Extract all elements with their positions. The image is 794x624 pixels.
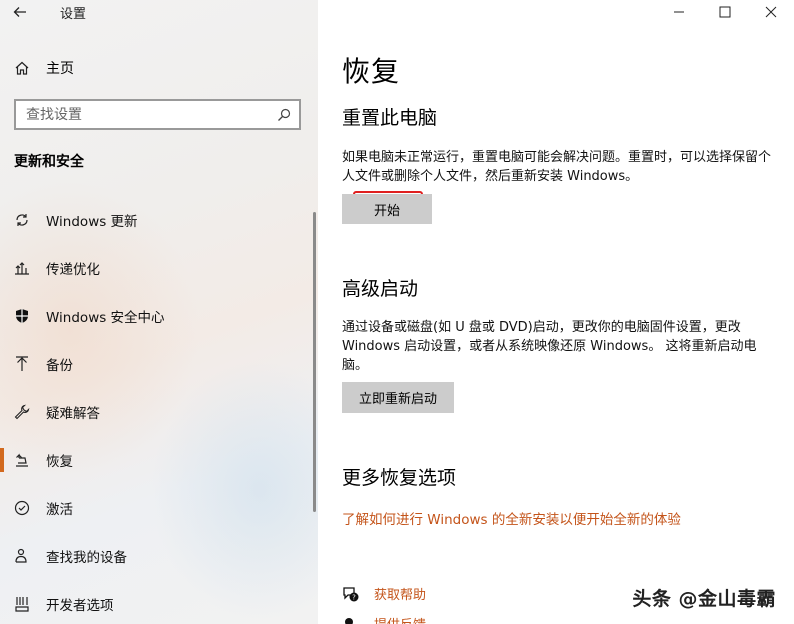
page-title: 恢复 [342, 55, 401, 88]
sidebar-item-windows-update[interactable]: Windows 更新 [0, 196, 318, 244]
search-box[interactable] [14, 99, 301, 130]
sidebar-item-windows-security[interactable]: Windows 安全中心 [0, 292, 318, 340]
section-heading: 更新和安全 [14, 154, 84, 170]
sidebar-item-label: 恢复 [46, 454, 73, 470]
sidebar-item-label: 主页 [46, 61, 74, 77]
clean-install-link[interactable]: 了解如何进行 Windows 的全新安装以便开始全新的体验 [342, 508, 681, 528]
advanced-section-title: 高级启动 [342, 278, 419, 300]
close-icon [765, 6, 777, 18]
shield-icon [13, 307, 31, 325]
sidebar-item-backup[interactable]: 备份 [0, 340, 318, 388]
sync-icon [13, 211, 31, 229]
reset-section-title: 重置此电脑 [342, 107, 438, 129]
maximize-icon [719, 6, 731, 18]
sidebar-nav: Windows 更新 传递优化 Windows 安全中心 备份 疑难解答 恢复 … [0, 196, 318, 624]
feedback-link[interactable]: 提供反馈 [342, 614, 426, 624]
person-location-icon [13, 547, 31, 565]
delivery-optimization-icon [13, 259, 31, 277]
sidebar-item-label: 传递优化 [46, 262, 100, 278]
backup-arrow-icon [13, 355, 31, 373]
advanced-description: 通过设备或磁盘(如 U 盘或 DVD)启动，更改你的电脑固件设置，更改 Wind… [342, 320, 757, 373]
get-help-link[interactable]: ? 获取帮助 [342, 584, 426, 603]
sidebar-item-activation[interactable]: 激活 [0, 484, 318, 532]
reset-description: 如果电脑未正常运行，重置电脑可能会解决问题。重置时，可以选择保留个人文件或删除个… [342, 150, 772, 184]
minimize-button[interactable] [656, 0, 702, 24]
developer-icon [13, 595, 31, 613]
restart-now-button[interactable]: 立即重新启动 [342, 382, 454, 413]
main-content: 恢复 重置此电脑 如果电脑未正常运行，重置电脑可能会解决问题。重置时，可以选择保… [318, 0, 794, 624]
check-circle-icon [13, 499, 31, 517]
sidebar-item-find-my-device[interactable]: 查找我的设备 [0, 532, 318, 580]
window-controls [656, 0, 794, 24]
minimize-icon [674, 11, 684, 13]
back-button[interactable] [0, 0, 40, 24]
sidebar-item-label: 疑难解答 [46, 406, 100, 422]
maximize-button[interactable] [702, 0, 748, 24]
sidebar-item-delivery-optimization[interactable]: 传递优化 [0, 244, 318, 292]
sidebar-item-developer-options[interactable]: 开发者选项 [0, 580, 318, 624]
feedback-icon [345, 617, 353, 624]
reset-start-button[interactable]: 开始 [342, 194, 432, 224]
main-scrollbar[interactable] [790, 24, 794, 584]
sidebar-item-label: 查找我的设备 [46, 550, 127, 566]
sidebar-scrollbar[interactable] [313, 212, 316, 512]
title-bar: 设置 [0, 0, 318, 24]
home-icon [15, 61, 29, 75]
sidebar-item-label: 备份 [46, 358, 73, 374]
app-title: 设置 [60, 6, 87, 22]
more-options-title: 更多恢复选项 [342, 467, 457, 489]
watermark: 头条 @金山毒霸 [632, 588, 776, 610]
recovery-icon [13, 451, 31, 469]
sidebar-item-label: Windows 更新 [46, 214, 138, 230]
sidebar-item-troubleshoot[interactable]: 疑难解答 [0, 388, 318, 436]
search-input[interactable] [26, 106, 266, 123]
sidebar-item-home[interactable]: 主页 [0, 50, 318, 86]
help-chat-icon: ? [343, 586, 359, 601]
feedback-label: 提供反馈 [374, 614, 426, 624]
sidebar-item-label: Windows 安全中心 [46, 310, 165, 326]
search-icon[interactable] [277, 108, 291, 122]
wrench-icon [13, 403, 31, 421]
sidebar-item-label: 激活 [46, 502, 73, 518]
svg-text:?: ? [352, 593, 356, 601]
close-button[interactable] [748, 0, 794, 24]
sidebar: 设置 主页 更新和安全 Windows 更新 传递优化 Windows 安全中心 [0, 0, 318, 624]
sidebar-item-recovery[interactable]: 恢复 [0, 436, 318, 484]
get-help-label: 获取帮助 [374, 588, 427, 603]
back-arrow-icon [13, 7, 26, 17]
sidebar-item-label: 开发者选项 [46, 598, 114, 614]
